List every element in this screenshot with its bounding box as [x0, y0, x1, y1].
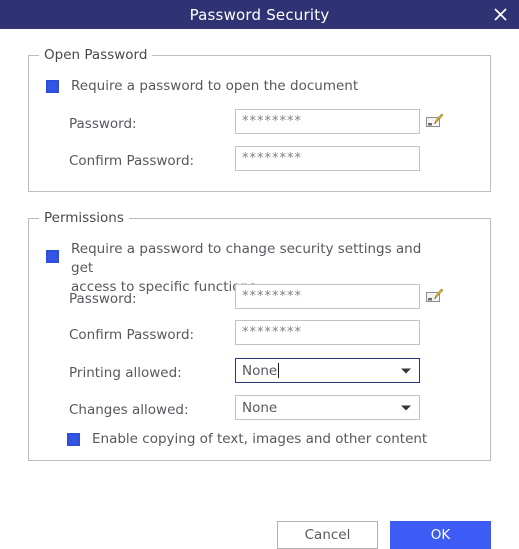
permissions-confirm-password-input[interactable]: ******** — [235, 320, 420, 345]
permissions-group-legend: Permissions — [39, 210, 129, 226]
pencil-edit-icon[interactable] — [426, 113, 443, 128]
changes-allowed-value: None — [242, 399, 278, 416]
require-open-password-label: Require a password to open the document — [71, 78, 359, 94]
close-icon — [493, 7, 508, 22]
open-password-input[interactable]: ******** — [235, 109, 420, 134]
window-title: Password Security — [189, 5, 330, 24]
open-confirm-password-input[interactable]: ******** — [235, 146, 420, 171]
printing-allowed-label: Printing allowed: — [69, 365, 182, 381]
printing-allowed-value: None — [242, 362, 278, 379]
changes-allowed-label: Changes allowed: — [69, 402, 189, 418]
permissions-group: Permissions Require a password to change… — [28, 210, 491, 461]
require-permissions-password-checkbox[interactable] — [46, 250, 59, 263]
open-password-group: Open Password Require a password to open… — [28, 47, 491, 192]
open-password-group-legend: Open Password — [39, 47, 153, 63]
enable-copying-checkbox[interactable] — [67, 433, 80, 446]
chevron-down-icon — [401, 368, 411, 373]
cancel-button[interactable]: Cancel — [277, 521, 378, 549]
require-open-password-checkbox[interactable] — [46, 80, 59, 93]
open-password-label: Password: — [69, 116, 137, 132]
permissions-password-label: Password: — [69, 291, 137, 307]
text-cursor — [278, 363, 280, 378]
close-window-button[interactable] — [481, 0, 519, 29]
enable-copying-label: Enable copying of text, images and other… — [92, 431, 428, 447]
printing-allowed-select[interactable]: None — [235, 358, 420, 383]
changes-allowed-select[interactable]: None — [235, 395, 420, 420]
permissions-confirm-password-label: Confirm Password: — [69, 327, 195, 343]
chevron-down-icon — [401, 405, 411, 410]
require-open-password-row[interactable]: Require a password to open the document — [46, 78, 359, 96]
title-bar: Password Security — [0, 0, 519, 29]
enable-copying-row[interactable]: Enable copying of text, images and other… — [67, 431, 428, 449]
ok-button[interactable]: OK — [390, 521, 491, 549]
dialog-body: Open Password Require a password to open… — [0, 29, 519, 549]
checkbox-mark — [69, 435, 78, 444]
checkbox-mark — [48, 82, 57, 91]
checkbox-mark — [48, 252, 57, 261]
pencil-edit-icon[interactable] — [426, 288, 443, 303]
permissions-password-input[interactable]: ******** — [235, 284, 420, 309]
open-confirm-password-label: Confirm Password: — [69, 153, 195, 169]
